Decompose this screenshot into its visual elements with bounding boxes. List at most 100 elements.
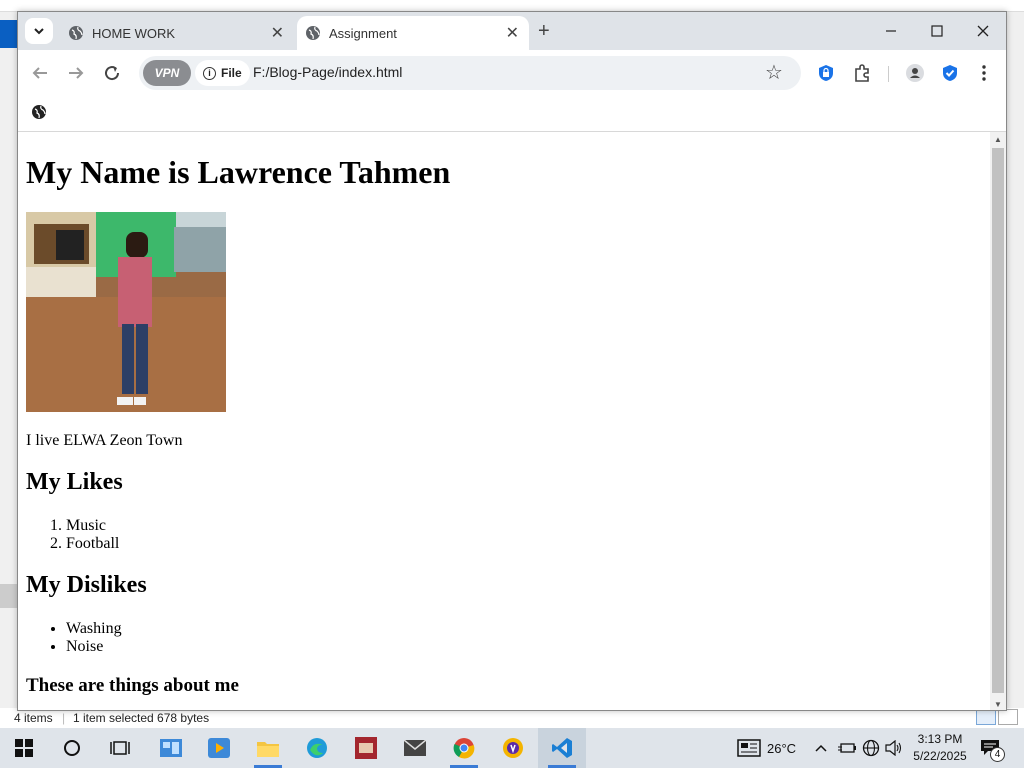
edge-browser-icon	[307, 738, 327, 758]
control-panel-icon	[160, 739, 182, 757]
arrow-left-icon	[32, 67, 47, 79]
extensions-button[interactable]	[851, 62, 873, 84]
close-window-button[interactable]	[960, 12, 1006, 50]
close-tab-icon[interactable]: ✕	[271, 23, 284, 43]
maximize-icon	[931, 25, 943, 37]
globe-network-icon	[862, 739, 880, 757]
scrollbar-thumb[interactable]	[992, 148, 1004, 693]
search-button[interactable]	[48, 728, 96, 768]
tab-strip: HOME WORK ✕ Assignment ✕ +	[18, 12, 1006, 50]
tiles-view-button[interactable]	[998, 709, 1018, 725]
details-view-button[interactable]	[976, 709, 996, 725]
list-item: Music	[66, 517, 119, 535]
vscode-app[interactable]	[538, 728, 586, 768]
address-bar[interactable]: VPN i File F:/Blog-Page/index.html ☆	[139, 56, 801, 90]
explorer-item-count: 4 items	[14, 711, 53, 725]
clock-date: 5/22/2025	[913, 749, 967, 763]
edge-app[interactable]	[293, 728, 341, 768]
page-content: My Name is Lawrence Tahmen I live ELWA Z…	[18, 132, 990, 710]
explorer-nav-edge	[0, 584, 18, 608]
news-widget-icon	[737, 739, 761, 757]
minimize-button[interactable]	[868, 12, 914, 50]
cortana-circle-icon	[64, 740, 80, 756]
envelope-icon	[404, 740, 426, 756]
book-cover-icon	[355, 737, 377, 759]
vpn-app-icon	[503, 738, 523, 758]
scroll-up-arrow-icon[interactable]: ▲	[994, 135, 1002, 144]
task-view-button[interactable]	[96, 728, 144, 768]
control-panel-app[interactable]	[147, 728, 195, 768]
profile-photo	[26, 212, 226, 412]
status-divider: |	[62, 711, 66, 725]
shield-extension-button[interactable]	[815, 62, 837, 84]
notification-count-badge: 4	[990, 747, 1005, 762]
system-clock[interactable]: 3:13 PM 5/22/2025	[900, 731, 980, 765]
notification-center-button[interactable]: 4	[980, 728, 1005, 768]
start-button[interactable]	[0, 728, 48, 768]
tab-assignment[interactable]: Assignment ✕	[297, 16, 529, 50]
browser-menu-button[interactable]	[973, 62, 995, 84]
bookmarks-bar	[18, 96, 1006, 132]
folder-icon	[257, 742, 279, 757]
puzzle-icon	[855, 64, 869, 82]
site-info-chip[interactable]: i File	[195, 60, 250, 86]
weather-widget[interactable]: 26°C	[737, 728, 796, 768]
globe-icon	[306, 26, 320, 40]
arrow-right-icon	[69, 67, 84, 79]
file-explorer-app[interactable]	[244, 728, 292, 768]
explorer-ribbon-edge	[0, 20, 18, 48]
list-item: Noise	[66, 638, 122, 656]
dislikes-heading: My Dislikes	[26, 572, 147, 598]
shield-check-icon	[943, 65, 957, 81]
task-view-icon	[110, 741, 130, 755]
globe-icon	[69, 26, 83, 40]
closing-heading: These are things about me	[26, 675, 239, 696]
new-tab-button[interactable]: +	[538, 20, 550, 43]
media-player-app[interactable]	[195, 728, 243, 768]
close-tab-icon[interactable]: ✕	[506, 23, 519, 43]
battery-plug-icon	[838, 743, 856, 753]
windows-logo-icon	[15, 739, 33, 757]
kebab-menu-icon	[982, 65, 986, 81]
chrome-app[interactable]	[440, 728, 488, 768]
url-text[interactable]: F:/Blog-Page/index.html	[253, 64, 402, 80]
browser-toolbar: VPN i File F:/Blog-Page/index.html ☆	[18, 50, 1006, 96]
reload-button[interactable]	[101, 62, 123, 84]
chevron-down-icon	[34, 28, 44, 35]
back-button[interactable]	[29, 62, 51, 84]
mail-app[interactable]	[391, 728, 439, 768]
chevron-up-icon	[815, 744, 827, 752]
dislikes-list: Washing Noise	[66, 620, 122, 656]
page-title: My Name is Lawrence Tahmen	[26, 154, 451, 190]
minimize-icon	[886, 30, 896, 32]
security-extension-button[interactable]	[939, 62, 961, 84]
media-player-icon	[208, 738, 230, 758]
scroll-down-arrow-icon[interactable]: ▼	[994, 700, 1002, 709]
location-text: I live ELWA Zeon Town	[26, 432, 183, 449]
profile-button[interactable]	[904, 62, 926, 84]
book-app[interactable]	[342, 728, 390, 768]
list-item: Washing	[66, 620, 122, 638]
close-icon	[977, 25, 989, 37]
chrome-icon	[453, 738, 475, 759]
likes-list: Music Football	[66, 517, 119, 553]
bookmark-star-icon[interactable]: ☆	[765, 60, 783, 85]
network-status[interactable]	[862, 728, 880, 768]
maximize-button[interactable]	[914, 12, 960, 50]
tab-search-button[interactable]	[25, 18, 53, 44]
tab-title: Assignment	[329, 25, 397, 41]
power-status[interactable]	[838, 728, 856, 768]
forward-button[interactable]	[65, 62, 87, 84]
profile-icon	[906, 64, 924, 82]
globe-icon[interactable]	[31, 104, 47, 120]
tab-home-work[interactable]: HOME WORK ✕	[64, 16, 294, 50]
show-hidden-icons-button[interactable]	[815, 728, 827, 768]
site-info-label: File	[221, 66, 242, 80]
toolbar-separator	[888, 66, 889, 82]
taskbar: 26°C 3:13 PM 5/22/2025 4	[0, 728, 1024, 768]
info-icon: i	[203, 66, 216, 80]
page-scrollbar[interactable]: ▲ ▼	[990, 132, 1006, 710]
vpn-app[interactable]	[489, 728, 537, 768]
reload-icon	[105, 66, 120, 81]
vpn-badge[interactable]: VPN	[143, 60, 191, 86]
